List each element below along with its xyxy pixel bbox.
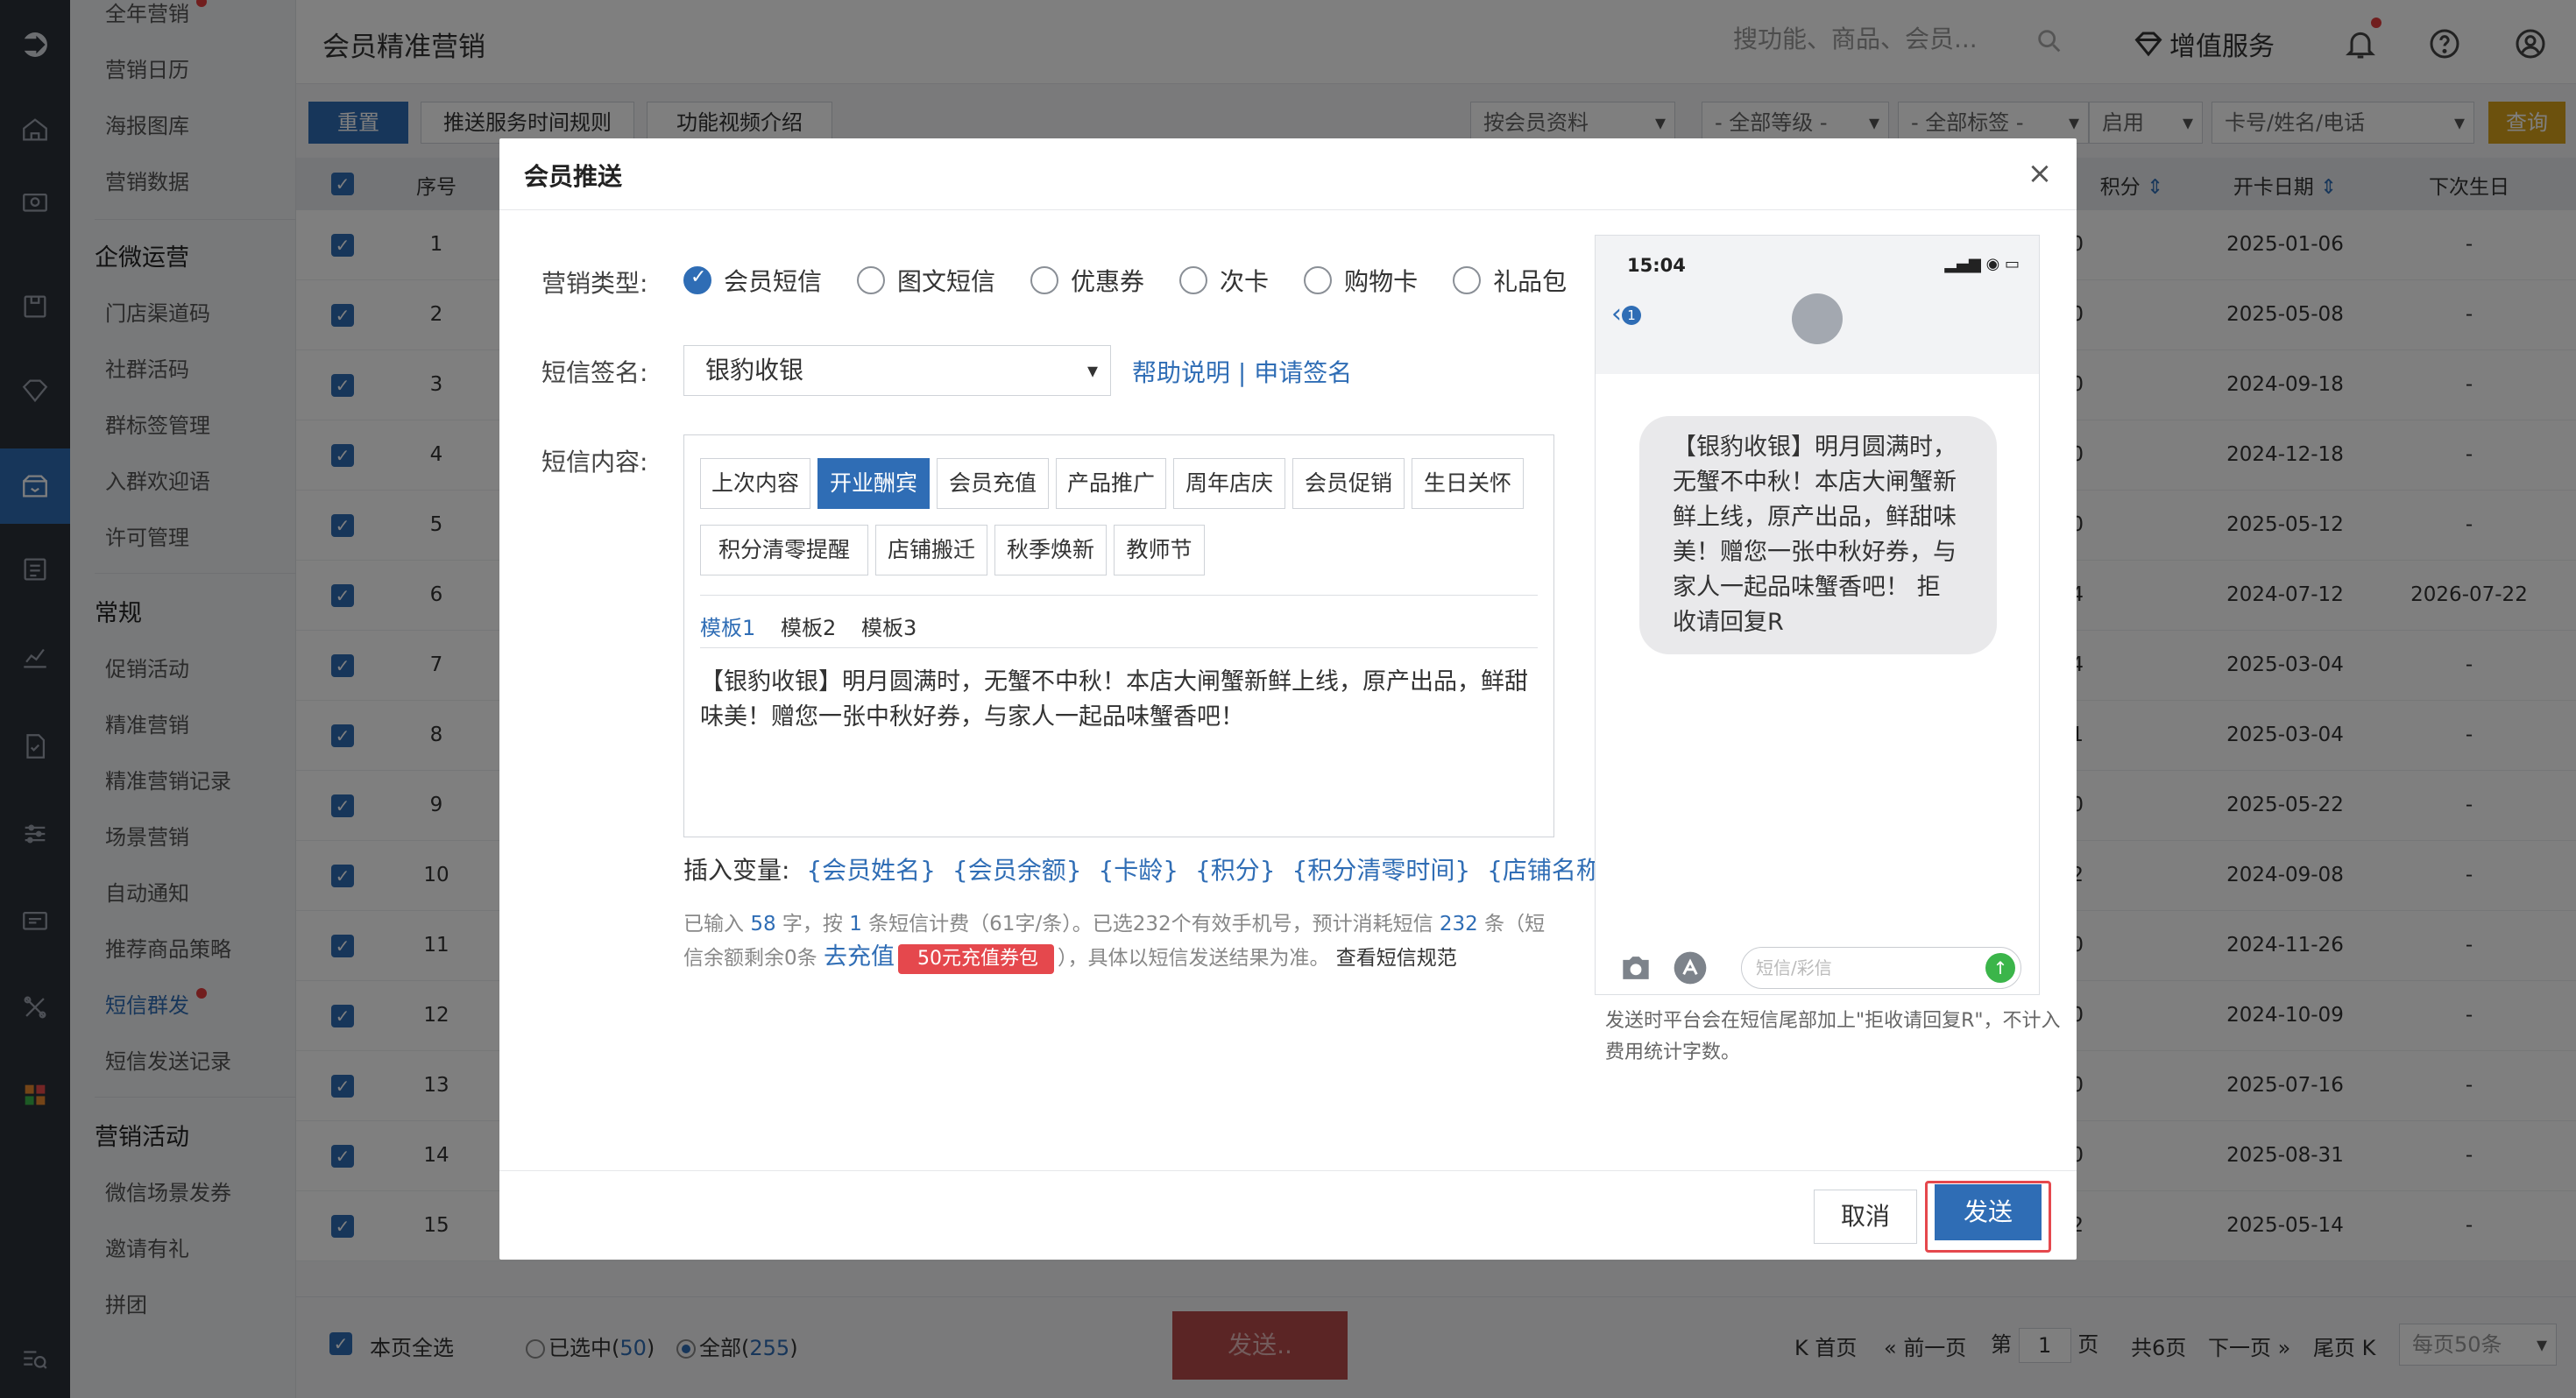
insert-variables: 插入变量: {会员姓名} {会员余额} {卡龄} {积分} {积分清零时间} {… [683,856,1617,885]
radio-checked-icon [683,266,711,294]
template-chip[interactable]: 会员充值 [937,458,1049,509]
camera-icon [1623,957,1649,979]
signature-select[interactable]: 银豹收银 [683,345,1111,396]
close-icon[interactable]: × [2022,156,2057,191]
phone-header: 15:04 ▂▄▆ ◉ ▭ ‹ 1 [1596,236,2039,374]
avatar [1792,293,1843,344]
signature-help-link[interactable]: 帮助说明 | 申请签名 [1132,354,1352,389]
content-label: 短信内容: [541,448,648,477]
template-chip[interactable]: 周年店庆 [1173,458,1285,509]
sms-rules-link[interactable]: 查看短信规范 [1336,947,1457,970]
marketing-type-label: 营销类型: [541,269,648,298]
type-radio-coupon[interactable]: 优惠券 [1030,263,1144,298]
sms-preview-bubble: 【银豹收银】明月圆满时，无蟹不中秋！本店大闸蟹新鲜上线，原产出品，鲜甜味美！赠您… [1639,416,1997,654]
sms-phone-preview: 15:04 ▂▄▆ ◉ ▭ ‹ 1 【银豹收银】明月圆满时，无蟹不中秋！本店大闸蟹… [1595,235,2040,995]
template-tab-1[interactable]: 模板1 [700,611,755,641]
radio-icon [1304,266,1333,294]
template-tab-3[interactable]: 模板3 [861,611,916,641]
type-radio-mms[interactable]: 图文短信 [857,263,995,298]
sms-message-textarea[interactable]: 【银豹收银】明月圆满时，无蟹不中秋！本店大闸蟹新鲜上线，原产出品，鲜甜味美！赠您… [700,665,1541,735]
recharge-pack-badge[interactable]: 50元充值券包 [897,944,1054,974]
back-chevron-icon: ‹ 1 [1611,299,1641,329]
template-tab-2[interactable]: 模板2 [781,611,836,641]
sms-content-box: 上次内容 开业酬宾 会员充值 产品推广 周年店庆 会员促销 生日关怀 积分清零提… [683,434,1554,837]
template-chip[interactable]: 会员促销 [1292,458,1405,509]
arrow-up-icon: ↑ [1985,953,2015,983]
type-radio-member-sms[interactable]: 会员短信 [683,263,822,298]
template-chip[interactable]: 产品推广 [1056,458,1166,509]
template-chip[interactable]: 店铺搬迁 [875,525,987,575]
template-chip[interactable]: 教师节 [1114,525,1205,575]
variable-points-reset-time[interactable]: {积分清零时间} [1292,856,1471,885]
cancel-button[interactable]: 取消 [1814,1190,1917,1244]
type-radio-shopping-card[interactable]: 购物卡 [1304,263,1418,298]
variable-points[interactable]: {积分} [1195,856,1276,885]
member-push-modal: 会员推送 × 营销类型: 会员短信 图文短信 优惠券 次卡 购物卡 礼品包 短信… [499,138,2077,1260]
marketing-type-radios: 会员短信 图文短信 优惠券 次卡 购物卡 礼品包 [683,263,1567,298]
divider [700,647,1538,648]
signature-label: 短信签名: [541,358,648,387]
template-chip[interactable]: 秋季焕新 [994,525,1107,575]
type-radio-gift-pack[interactable]: 礼品包 [1453,263,1567,298]
divider [700,595,1538,596]
radio-icon [857,266,886,294]
radio-icon [1179,266,1208,294]
template-chip[interactable]: 积分清零提醒 [700,525,868,575]
app-store-icon [1674,951,1707,985]
radio-icon [1453,266,1482,294]
variable-member-name[interactable]: {会员姓名} [806,856,936,885]
phone-time: 15:04 [1627,255,1686,276]
variable-member-balance[interactable]: {会员余额} [952,856,1082,885]
sms-stats: 已输入 58 字，按 1 条短信计费（61字/条）。已选232个有效手机号，预计… [683,907,1560,975]
phone-status-icons: ▂▄▆ ◉ ▭ [1944,255,2020,273]
send-button[interactable]: 发送 [1935,1184,2042,1240]
modal-header: 会员推送 × [499,138,2077,210]
radio-icon [1030,266,1059,294]
template-chip-selected[interactable]: 开业酬宾 [817,458,930,509]
variable-card-age[interactable]: {卡龄} [1098,856,1178,885]
type-radio-times-card[interactable]: 次卡 [1179,263,1269,298]
modal-title: 会员推送 [524,162,623,191]
recharge-link[interactable]: 去充值 [824,943,895,971]
unsubscribe-note: 发送时平台会在短信尾部加上"拒收请回复R"，不计入费用统计字数。 [1605,1010,2061,1063]
template-chip[interactable]: 生日关怀 [1412,458,1524,509]
template-chip[interactable]: 上次内容 [700,458,810,509]
phone-message-input: 短信/彩信 ↑ [1741,947,2021,989]
